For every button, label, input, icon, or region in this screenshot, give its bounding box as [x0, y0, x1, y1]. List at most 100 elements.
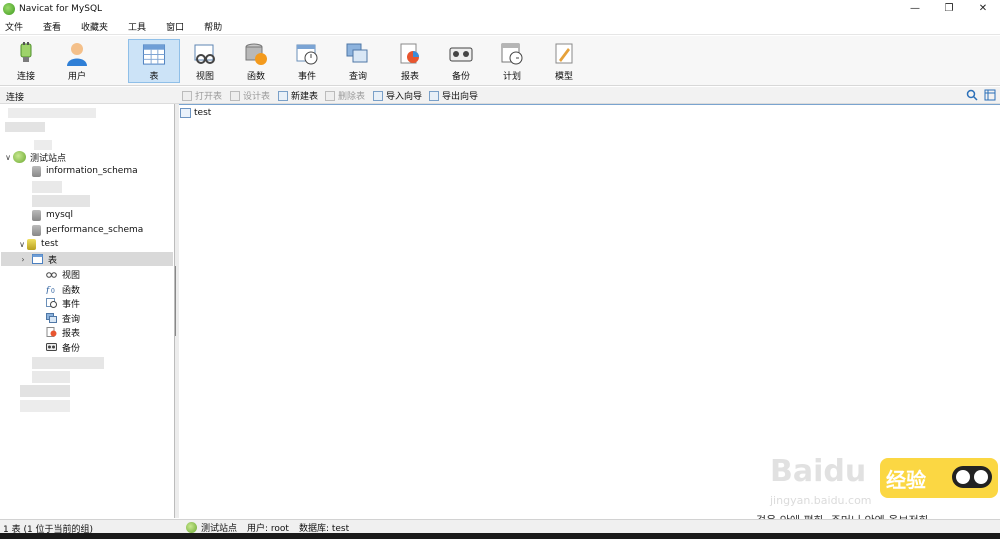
chevron-down-icon[interactable]: ∨ [17, 240, 27, 249]
menu-help[interactable]: 帮助 [199, 20, 230, 33]
toolbar-query-button[interactable]: 查询 [336, 39, 380, 82]
object-list-pane[interactable] [179, 104, 1000, 518]
toolbar-schedule-button[interactable]: 计划 [490, 39, 534, 82]
delete-table-icon [325, 90, 335, 101]
connection-name: 测试站点 [30, 153, 67, 164]
tree-item-events[interactable]: 事件 [46, 296, 80, 310]
export-wizard-label: 导出向导 [442, 92, 479, 102]
open-table-label: 打开表 [195, 92, 223, 102]
redacted-database [32, 371, 70, 383]
database-name: mysql [46, 210, 73, 220]
plug-icon [20, 42, 32, 62]
new-table-button[interactable]: 新建表 [278, 89, 318, 102]
import-wizard-label: 导入向导 [386, 92, 423, 102]
user-icon [67, 43, 87, 66]
toolbar-label: 查询 [348, 72, 367, 82]
design-table-label: 设计表 [243, 92, 271, 102]
redacted-entry [8, 108, 96, 118]
model-icon [555, 43, 573, 64]
database-name: test [41, 239, 59, 249]
toolbar-label: 视图 [195, 72, 214, 82]
toolbar-report-button[interactable]: 报表 [388, 39, 432, 82]
schedule-icon [501, 43, 523, 65]
export-wizard-button[interactable]: 导出向导 [429, 89, 478, 102]
open-table-button[interactable]: 打开表 [182, 89, 222, 102]
tree-connection-row[interactable]: ∨ 测试站点 [3, 150, 66, 164]
import-icon [373, 90, 383, 101]
tree-item-tables[interactable]: › 表 [1, 252, 173, 266]
database-icon [32, 209, 41, 221]
table-icon [32, 254, 43, 264]
database-open-icon [27, 238, 36, 250]
connection-pane-header: 连接 [6, 93, 25, 103]
menu-file[interactable]: 文件 [0, 20, 31, 33]
redacted-database [32, 181, 62, 193]
minimize-button[interactable]: — [898, 0, 932, 17]
restore-button[interactable]: ❐ [932, 0, 966, 17]
view-icon [46, 272, 57, 278]
toolbar-label: 模型 [554, 72, 573, 82]
tree-item-functions[interactable]: f 0 函数 [46, 282, 80, 296]
redacted-database [32, 195, 90, 207]
toolbar-label: 报表 [400, 72, 419, 82]
menu-favorites[interactable]: 收藏夹 [76, 20, 116, 33]
toolbar-model-button[interactable]: 模型 [542, 39, 586, 82]
report-icon [400, 43, 419, 64]
export-icon [429, 90, 439, 101]
tree-db-information-schema[interactable]: information_schema [32, 164, 138, 178]
chevron-down-icon[interactable]: ∨ [3, 153, 13, 162]
toolbar-connect-button[interactable]: 连接 [4, 39, 48, 82]
connection-icon [186, 522, 197, 533]
tree-item-label: 报表 [62, 328, 81, 339]
splitter-grip[interactable] [175, 266, 178, 336]
window-title: Navicat for MySQL [19, 3, 103, 14]
design-table-button[interactable]: 设计表 [230, 89, 270, 102]
tree-item-reports[interactable]: 报表 [46, 325, 80, 339]
toolbar-event-button[interactable]: 事件 [285, 39, 329, 82]
database-icon [32, 165, 41, 177]
subbar-right-tools [966, 89, 996, 101]
tree-item-label: 表 [48, 255, 58, 266]
tree-db-mysql[interactable]: mysql [32, 208, 73, 222]
toolbar-table-button[interactable]: 表 [128, 39, 180, 83]
toolbar-user-button[interactable]: 用户 [55, 39, 99, 82]
chevron-right-icon[interactable]: › [18, 255, 28, 264]
toolbar-label: 连接 [16, 72, 35, 82]
tree-db-performance-schema[interactable]: performance_schema [32, 223, 143, 237]
redacted-entry [20, 400, 70, 412]
menu-tools[interactable]: 工具 [123, 20, 154, 33]
redacted-entry [34, 140, 52, 150]
toolbar-label: 用户 [67, 72, 86, 82]
tree-item-label: 函数 [62, 285, 81, 296]
tree-db-test[interactable]: ∨ test [17, 237, 58, 251]
tree-item-backups[interactable]: 备份 [46, 340, 80, 354]
navicat-app-icon [3, 2, 15, 15]
table-item[interactable]: test [180, 107, 211, 119]
grid-view-icon[interactable] [984, 89, 996, 101]
toolbar-backup-button[interactable]: 备份 [439, 39, 483, 82]
search-icon[interactable] [966, 89, 978, 101]
status-bar: 1 表 (1 位于当前的组) 测试站点 用户: root 数据库: test [0, 519, 1000, 535]
tree-item-label: 事件 [62, 299, 81, 310]
toolbar-label: 备份 [451, 72, 470, 82]
delete-table-button[interactable]: 删除表 [325, 89, 365, 102]
new-table-label: 新建表 [291, 92, 319, 102]
svg-text:0: 0 [51, 288, 55, 294]
main-toolbar: 连接 用户 表 视图 函数 事件 查询 报表 备份 计划 模型 [0, 36, 1000, 86]
toolbar-label: 事件 [297, 72, 316, 82]
toolbar-view-button[interactable]: 视图 [183, 39, 227, 82]
import-wizard-button[interactable]: 导入向导 [373, 89, 422, 102]
backup-icon [449, 47, 473, 62]
tree-item-queries[interactable]: 查询 [46, 311, 80, 325]
title-bar: Navicat for MySQL — ❐ ✕ [0, 0, 1000, 17]
object-toolbar: 连接 打开表 设计表 新建表 删除表 导入向导 导出向导 [0, 87, 1000, 104]
function-icon: f 0 [46, 286, 55, 294]
menu-view[interactable]: 查看 [38, 20, 69, 33]
close-button[interactable]: ✕ [966, 0, 1000, 17]
menu-window[interactable]: 窗口 [161, 20, 192, 33]
open-table-icon [182, 90, 192, 101]
toolbar-function-button[interactable]: 函数 [234, 39, 278, 82]
design-table-icon [230, 90, 240, 101]
tree-item-views[interactable]: 视图 [46, 267, 80, 281]
tree-item-label: 视图 [62, 270, 81, 281]
